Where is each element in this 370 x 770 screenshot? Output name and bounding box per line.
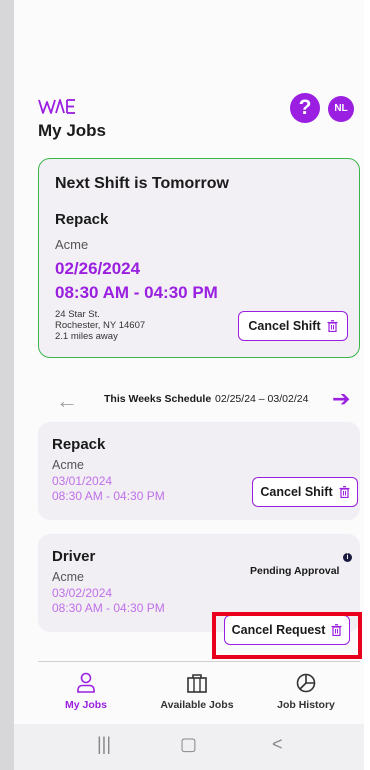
- wae-logo-icon: [38, 99, 75, 114]
- briefcase-icon: [187, 674, 207, 693]
- next-shift-address: 24 Star St. Rochester, NY 14607 2.1 mile…: [55, 309, 145, 342]
- week-date-range: 02/25/24 – 03/02/24: [215, 393, 309, 405]
- tab-job-history-label: Job History: [277, 699, 335, 711]
- app-logo: [38, 98, 78, 116]
- right-edge-bar: [364, 0, 370, 770]
- schedule-date: 03/02/2024: [52, 586, 113, 600]
- home-icon[interactable]: ▢: [180, 734, 197, 755]
- tab-my-jobs[interactable]: My Jobs: [36, 672, 136, 711]
- next-shift-time: 08:30 AM - 04:30 PM: [55, 283, 218, 302]
- person-icon: [77, 672, 95, 693]
- address-line-1: 24 Star St.: [55, 309, 100, 320]
- next-shift-company: Acme: [55, 237, 89, 252]
- tab-available-jobs[interactable]: Available Jobs: [147, 672, 247, 711]
- trash-icon: [339, 486, 350, 498]
- tab-my-jobs-label: My Jobs: [64, 699, 107, 711]
- schedule-card: Repack Acme 03/01/2024 08:30 AM - 04:30 …: [38, 422, 360, 520]
- pending-approval-status: Pending Approval: [250, 565, 340, 577]
- left-edge-bar: [0, 0, 14, 770]
- schedule-company: Acme: [52, 570, 84, 584]
- schedule-time: 08:30 AM - 04:30 PM: [52, 489, 165, 503]
- week-schedule-label: This Weeks Schedule: [104, 393, 212, 405]
- system-nav-bar: ||| ▢ <: [14, 724, 364, 770]
- page-title: My Jobs: [38, 121, 107, 140]
- nav-divider: [38, 661, 360, 662]
- info-icon[interactable]: i: [343, 553, 352, 562]
- next-week-arrow-icon[interactable]: ➔: [332, 386, 350, 412]
- cancel-shift-button[interactable]: Cancel Shift: [252, 477, 358, 507]
- trash-icon: [327, 320, 338, 332]
- next-shift-card: Next Shift is Tomorrow Repack Acme 02/26…: [38, 158, 360, 358]
- address-line-2: Rochester, NY 14607: [55, 320, 146, 331]
- user-avatar[interactable]: NL: [328, 96, 354, 122]
- next-shift-job-title: Repack: [55, 211, 109, 228]
- cancel-shift-label: Cancel Shift: [260, 485, 333, 499]
- schedule-time: 08:30 AM - 04:30 PM: [52, 601, 165, 615]
- cancel-shift-button[interactable]: Cancel Shift: [238, 311, 348, 341]
- schedule-job-title: Driver: [52, 548, 96, 565]
- highlight-box: [212, 612, 362, 659]
- schedule-job-title: Repack: [52, 436, 106, 453]
- schedule-date: 03/01/2024: [52, 474, 113, 488]
- next-shift-heading: Next Shift is Tomorrow: [55, 175, 229, 192]
- tab-job-history[interactable]: Job History: [256, 672, 356, 711]
- distance: 2.1 miles away: [55, 331, 118, 342]
- recents-icon[interactable]: |||: [97, 734, 111, 755]
- cancel-shift-label: Cancel Shift: [248, 319, 321, 333]
- tab-available-jobs-label: Available Jobs: [160, 699, 234, 711]
- schedule-company: Acme: [52, 458, 84, 472]
- help-button[interactable]: ?: [290, 93, 320, 123]
- history-chart-icon: [296, 673, 316, 693]
- next-shift-date: 02/26/2024: [55, 259, 141, 278]
- previous-week-arrow-icon[interactable]: ←: [56, 388, 78, 414]
- back-icon[interactable]: <: [272, 734, 283, 755]
